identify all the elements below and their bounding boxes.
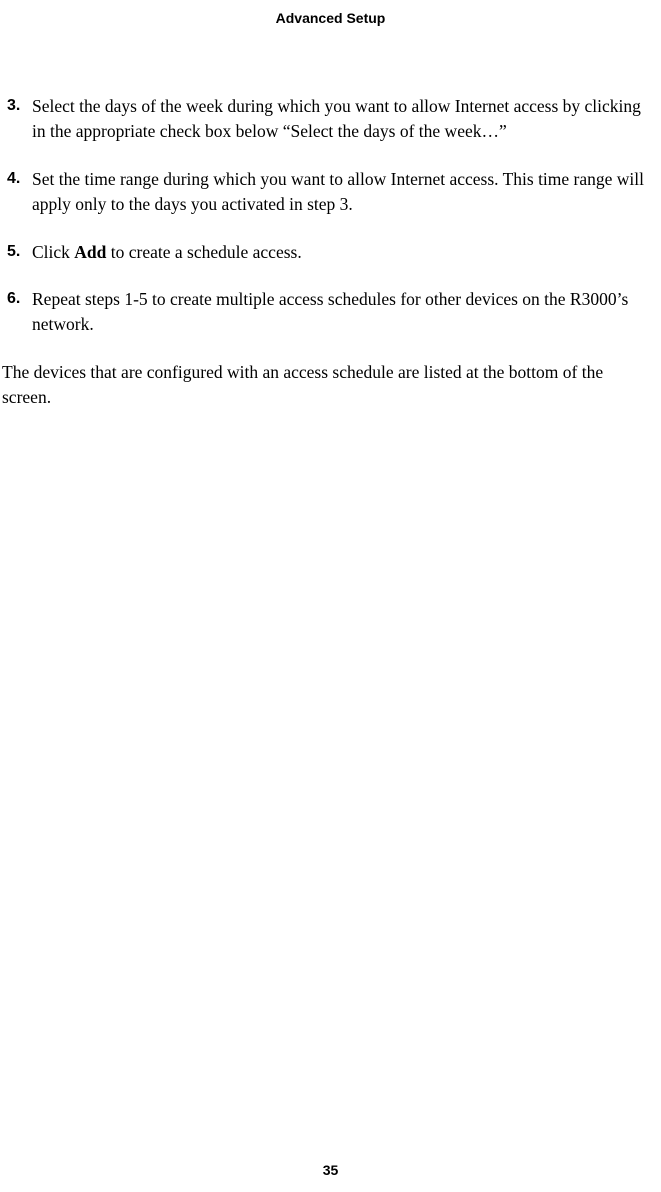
step-number: 6. — [2, 287, 32, 338]
closing-paragraph: The devices that are configured with an … — [2, 360, 649, 411]
step-number: 5. — [2, 240, 32, 265]
page-content: 3. Select the days of the week during wh… — [0, 26, 661, 410]
step-6: 6. Repeat steps 1-5 to create multiple a… — [2, 287, 649, 338]
step-5: 5. Click Add to create a schedule access… — [2, 240, 649, 265]
step-3: 3. Select the days of the week during wh… — [2, 94, 649, 145]
page-number: 35 — [0, 1162, 661, 1178]
step-text: Repeat steps 1-5 to create multiple acce… — [32, 287, 649, 338]
step-number: 3. — [2, 94, 32, 145]
step-text: Select the days of the week during which… — [32, 94, 649, 145]
page-header-title: Advanced Setup — [0, 0, 661, 26]
step-4: 4. Set the time range during which you w… — [2, 167, 649, 218]
step-text: Click Add to create a schedule access. — [32, 240, 649, 265]
step-text: Set the time range during which you want… — [32, 167, 649, 218]
step-number: 4. — [2, 167, 32, 218]
